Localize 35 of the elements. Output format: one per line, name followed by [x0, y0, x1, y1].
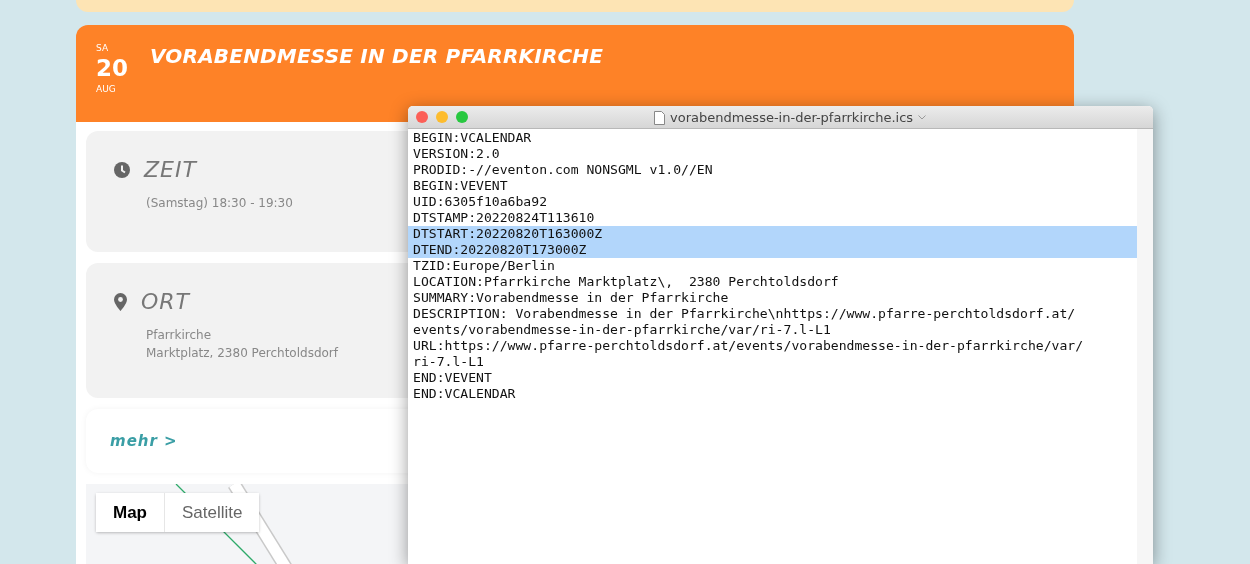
text-line: END:VEVENT	[412, 370, 493, 386]
info-heading: ORT	[141, 289, 191, 314]
text-line: SUMMARY:Vorabendmesse in der Pfarrkirche	[412, 290, 730, 306]
info-heading: ZEIT	[144, 157, 197, 182]
close-button[interactable]	[416, 111, 428, 123]
map-type-tab[interactable]: Map	[96, 493, 164, 532]
text-line: END:VCALENDAR	[412, 386, 517, 402]
zoom-button[interactable]	[456, 111, 468, 123]
text-line: LOCATION:Pfarrkirche Marktplatz\, 2380 Perchtoldsdorf	[412, 274, 840, 290]
info-text: Marktplatz, 2380 Perchtoldsdorf	[146, 346, 339, 360]
text-line: BEGIN:VEVENT	[412, 178, 509, 194]
text-line: BEGIN:VCALENDAR	[412, 130, 533, 146]
event-weekday: SA	[96, 44, 110, 53]
clock-icon	[114, 161, 130, 178]
text-line: events/vorabendmesse-in-der-pfarrkirche/var/ri-7.l-L1	[412, 322, 832, 338]
map-view[interactable]: Map Satellite	[86, 484, 408, 564]
event-month: AUG	[96, 85, 117, 94]
document-icon	[654, 110, 665, 125]
location-pin-icon	[114, 292, 127, 311]
text-line: DESCRIPTION: Vorabendmesse in der Pfarrkirche\nhttps://www.pfarre-perchtoldsdorf.at/	[412, 306, 1077, 322]
text-line: URL:https://www.pfarre-perchtoldsdorf.at/events/vorabendmesse-in-der-pfarrkirche/var/	[412, 338, 1085, 354]
text-line: ri-7.l-L1	[412, 354, 485, 370]
chevron-icon[interactable]	[918, 115, 927, 120]
info-text: Pfarrkirche	[146, 328, 211, 342]
text-line: PRODID:-//eventon.com NONSGML v1.0//EN	[412, 162, 714, 178]
info-text: (Samstag) 18:30 - 19:30	[146, 196, 293, 210]
event-day: 20	[96, 57, 128, 80]
event-title: VORABENDMESSE IN DER PFARRKIRCHE	[150, 44, 604, 68]
minimize-button[interactable]	[436, 111, 448, 123]
text-line: DTSTAMP:20220824T113610	[412, 210, 596, 226]
map-type-tab[interactable]: Satellite	[164, 493, 260, 532]
text-line: UID:6305f10a6ba92	[412, 194, 548, 210]
window-title: vorabendmesse-in-der-pfarrkirche.ics	[670, 110, 914, 125]
text-line: TZID:Europe/Berlin	[412, 258, 556, 274]
text-line: VERSION:2.0	[412, 146, 501, 162]
